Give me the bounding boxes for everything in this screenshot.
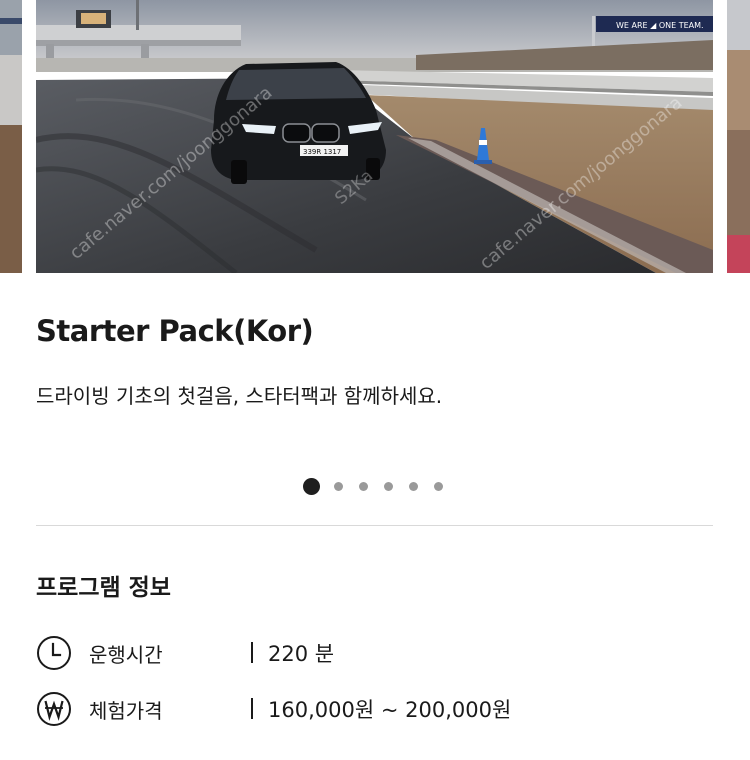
track-car-photo: WE ARE ◢ ONE TEAM. 339R 1317 cafe.naver.… [36, 0, 713, 273]
section-divider [36, 525, 713, 526]
carousel-slide-main[interactable]: WE ARE ◢ ONE TEAM. 339R 1317 cafe.naver.… [36, 0, 713, 273]
pagination-dot-active[interactable] [303, 477, 320, 495]
pagination-dot[interactable] [409, 481, 418, 491]
info-value-price: 160,000원 ~ 200,000원 [268, 698, 512, 722]
program-title: Starter Pack(Kor) [36, 314, 314, 348]
won-icon [37, 692, 71, 726]
image-carousel[interactable]: WE ARE ◢ ONE TEAM. 339R 1317 cafe.naver.… [0, 0, 750, 275]
section-title-program-info: 프로그램 정보 [36, 575, 171, 601]
info-row-duration: 운행시간 220 분 [36, 635, 334, 671]
info-row-price: 체험가격 160,000원 ~ 200,000원 [36, 691, 511, 727]
clock-icon [37, 636, 71, 670]
info-value-duration: 220 분 [268, 642, 335, 666]
pagination-dot[interactable] [334, 481, 343, 491]
info-label-price: 체험가격 [89, 698, 163, 723]
previous-slide-peek[interactable] [0, 0, 22, 273]
pagination-dot[interactable] [384, 481, 393, 491]
pagination-dot[interactable] [434, 481, 443, 491]
carousel-pagination [303, 477, 443, 495]
program-subtitle: 드라이빙 기초의 첫걸음, 스타터팩과 함께하세요. [36, 384, 443, 408]
track-banner-text: WE ARE ◢ ONE TEAM. [616, 21, 704, 30]
license-plate: 339R 1317 [303, 148, 341, 156]
info-separator [251, 698, 253, 719]
next-slide-peek[interactable] [727, 0, 750, 273]
info-separator [251, 642, 253, 663]
pagination-dot[interactable] [359, 481, 368, 491]
info-label-duration: 운행시간 [89, 642, 163, 667]
